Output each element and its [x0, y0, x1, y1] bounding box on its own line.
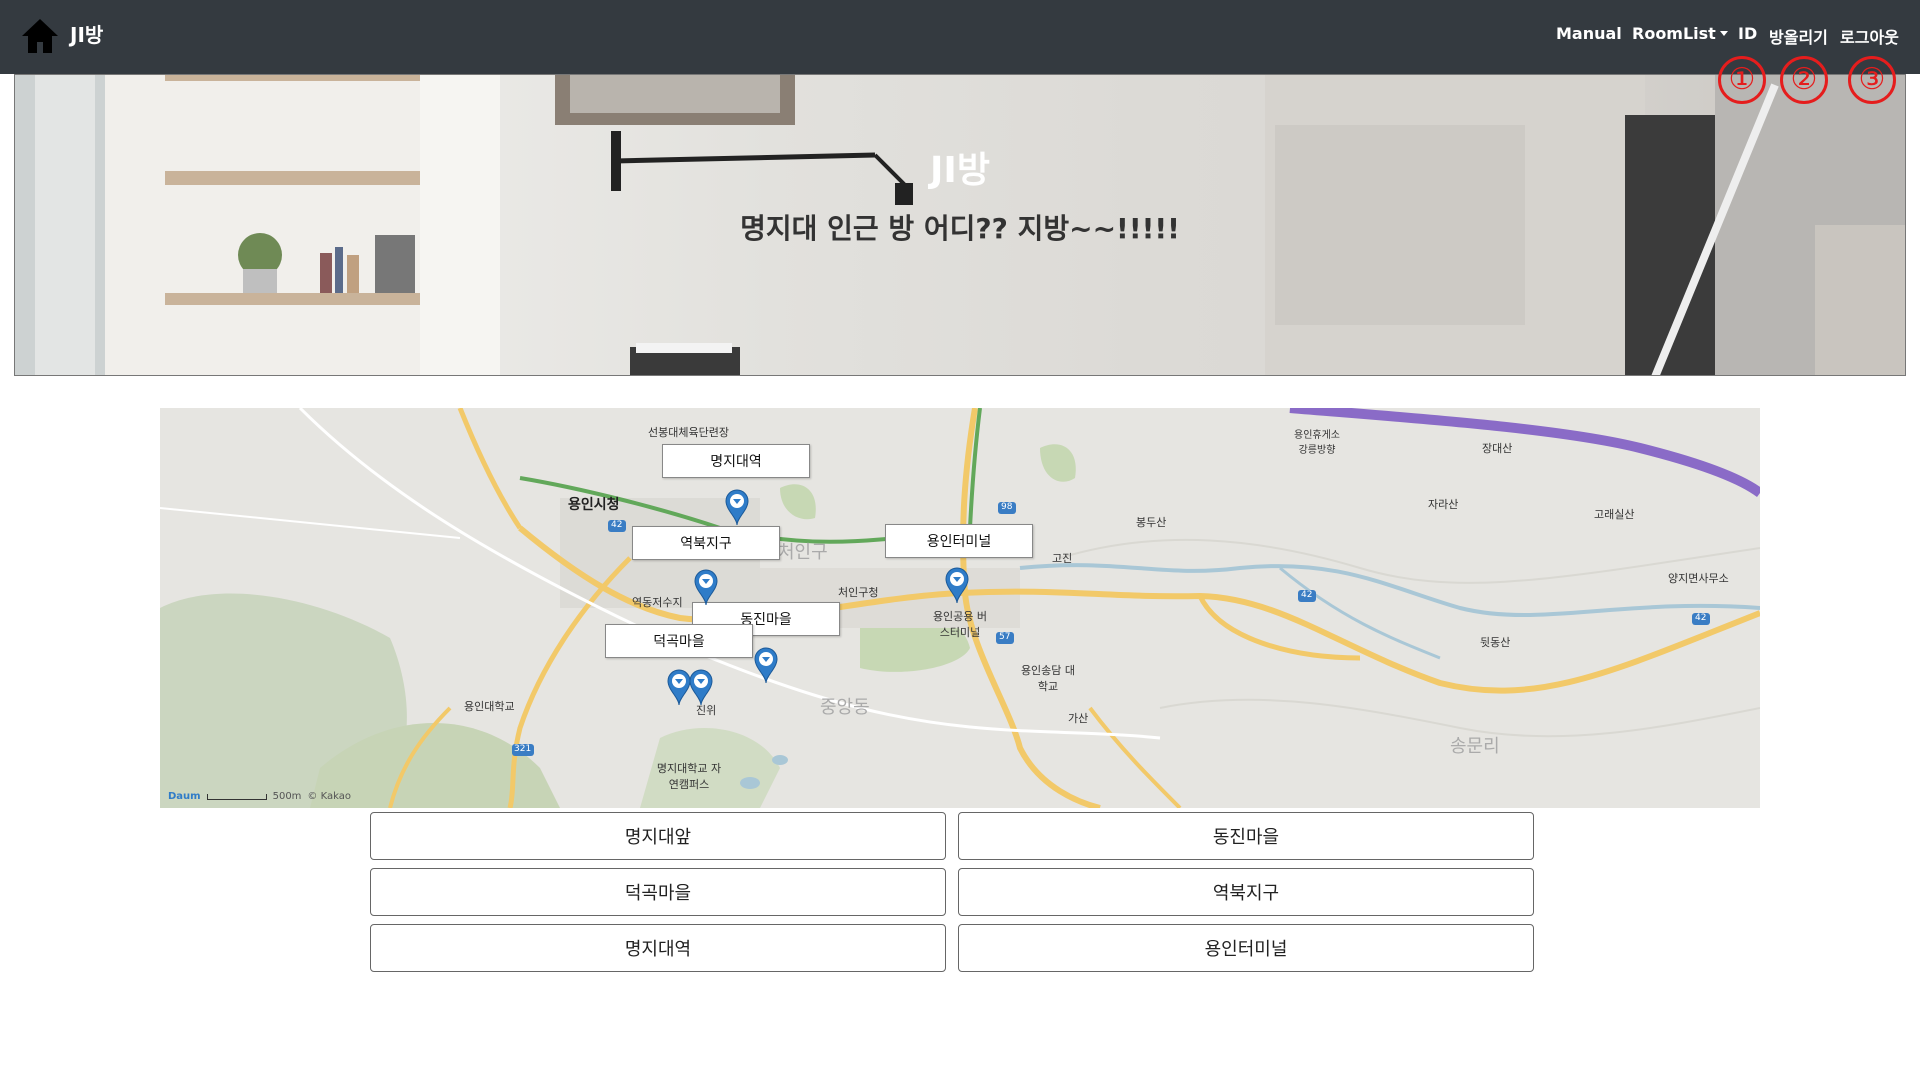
map-pin-icon[interactable] — [724, 488, 750, 526]
map-route-57: 57 — [999, 632, 1011, 642]
map-place-cityhall: 용인시청 — [568, 497, 620, 513]
map-pin-icon[interactable] — [693, 568, 719, 606]
map-place-jarasan: 자라산 — [1428, 498, 1459, 511]
map-scale: Daum 500m © Kakao — [168, 791, 351, 802]
map-place-yongin-univ: 용인대학교 — [464, 700, 515, 713]
map-place-lake: 역동저수지 — [632, 596, 683, 609]
annotation-3: ③ — [1848, 56, 1896, 104]
map-place-cheoin-office: 처인구청 — [838, 586, 879, 599]
map-label-yeokbuk[interactable]: 역북지구 — [632, 526, 780, 560]
map-route-98: 98 — [1001, 502, 1013, 512]
hero-title: JI방 — [930, 150, 990, 191]
map-place-gojin: 고진 — [1052, 552, 1073, 565]
nav-id[interactable]: ID — [1738, 24, 1757, 43]
top-navbar: JI방 Manual RoomList ID 방올리기 로그아웃 — [0, 0, 1920, 74]
nav-upload-room[interactable]: 방올리기 — [1769, 24, 1828, 48]
map-place-bongdusan: 봉두산 — [1136, 516, 1167, 529]
map-route-321: 321 — [514, 744, 532, 754]
map-place-myongji-campus: 명지대학교 자연캠퍼스 — [656, 762, 722, 791]
map-route-42-b: 42 — [1301, 590, 1313, 600]
annotation-2: ② — [1780, 56, 1828, 104]
nav-manual[interactable]: Manual — [1556, 24, 1622, 43]
home-icon — [22, 19, 58, 53]
map-place-bus-terminal: 용인공용 버스터미널 — [932, 610, 988, 639]
map-pin-icon[interactable] — [753, 646, 779, 684]
map-place-jangdaesan: 장대산 — [1482, 442, 1513, 455]
map-pin-icon[interactable] — [688, 668, 714, 706]
brand-link[interactable]: JI방 — [20, 16, 103, 56]
nav-roomlist-label: RoomList — [1632, 24, 1716, 43]
map-route-42-c: 42 — [1695, 613, 1707, 623]
map-place-yangji: 양지면사무소 — [1668, 572, 1729, 585]
btn-yeokbuk[interactable]: 역북지구 — [958, 868, 1534, 916]
map-place-cheoin-gu: 처인구 — [778, 542, 828, 563]
btn-myeongji-station[interactable]: 명지대역 — [370, 924, 946, 972]
map-label-yongin-terminal[interactable]: 용인터미널 — [885, 524, 1033, 558]
scale-label: 500m — [272, 791, 302, 802]
map-place-songmun-ri: 송문리 — [1450, 736, 1500, 757]
brand-name: JI방 — [70, 22, 104, 47]
map-route-42-a: 42 — [611, 520, 623, 530]
annotation-1: ① — [1718, 56, 1766, 104]
map-pin-icon[interactable] — [944, 566, 970, 604]
map-logo: Daum — [168, 791, 201, 802]
btn-yongin-terminal[interactable]: 용인터미널 — [958, 924, 1534, 972]
map-place-twitdongsan: 뒷동산 — [1480, 636, 1511, 649]
map-place-sunbong: 선봉대체육단련장 — [648, 426, 729, 439]
map-label-deokgok[interactable]: 덕곡마을 — [605, 624, 753, 658]
hero-banner: JI방 명지대 인근 방 어디?? 지방~~!!!!! — [14, 74, 1906, 376]
map-place-gasan: 가산 — [1068, 712, 1089, 725]
map-label-myeongji-station[interactable]: 명지대역 — [662, 444, 810, 478]
hero-subtitle: 명지대 인근 방 어디?? 지방~~!!!!! — [740, 212, 1180, 245]
btn-dongjin[interactable]: 동진마을 — [958, 812, 1534, 860]
kakao-map[interactable]: 선봉대체육단련장 용인시청 처인구 처인구청 역동저수지 용인공용 버스터미널 … — [160, 408, 1760, 808]
map-place-rest-area: 용인휴게소 강릉방향 — [1294, 430, 1340, 456]
map-copyright: © Kakao — [307, 791, 351, 802]
nav-roomlist-dropdown[interactable]: RoomList — [1632, 24, 1728, 43]
btn-myeongji-front[interactable]: 명지대앞 — [370, 812, 946, 860]
map-place-jungang-dong: 중앙동 — [820, 697, 870, 718]
map-place-goraesilsan: 고래실산 — [1594, 508, 1635, 521]
nav-logout[interactable]: 로그아웃 — [1840, 24, 1899, 48]
btn-deokgok[interactable]: 덕곡마을 — [370, 868, 946, 916]
scale-bar — [206, 793, 267, 800]
map-place-songdam: 용인송담 대학교 — [1020, 664, 1076, 693]
caret-down-icon — [1719, 31, 1728, 36]
